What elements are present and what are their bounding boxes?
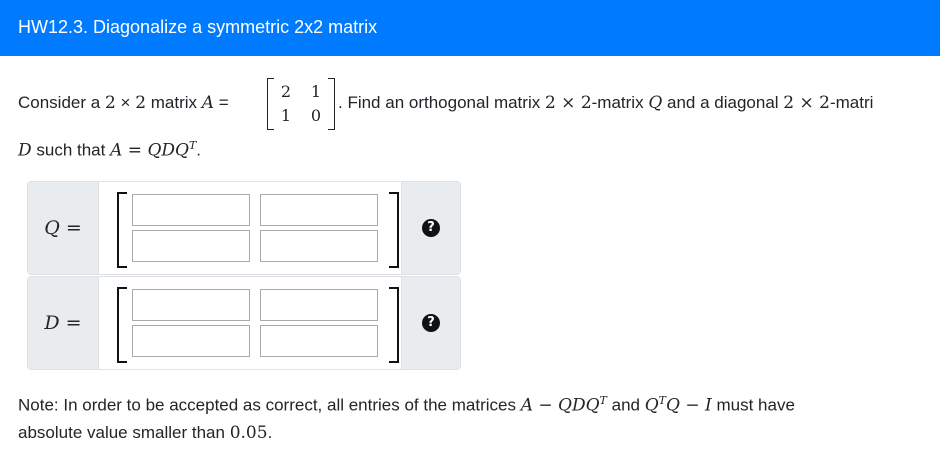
- note-line-1: Note: In order to be accepted as correct…: [18, 394, 795, 416]
- d-label: D =: [28, 277, 99, 369]
- note-expr-2b: Q − I: [666, 395, 712, 416]
- such-that-text: such that: [36, 140, 106, 160]
- note-expr-2a: Q: [644, 395, 659, 416]
- note-expr-1: A − QDQ: [520, 395, 600, 416]
- d-entry-1-1[interactable]: [132, 289, 250, 321]
- threshold-value: 0.05: [229, 423, 268, 443]
- equals-sign: =: [218, 93, 229, 112]
- times-symbol: ×: [120, 93, 131, 112]
- problem-line-2: D such that A = QDQT.: [18, 139, 201, 161]
- matrix-A: 2 1 1 0: [266, 76, 336, 132]
- left-bracket: [117, 192, 127, 268]
- right-bracket: [389, 287, 399, 363]
- d-entry-1-2[interactable]: [260, 289, 378, 321]
- right-bracket: [389, 192, 399, 268]
- page-header: HW12.3. Diagonalize a symmetric 2x2 matr…: [0, 0, 940, 56]
- dim-two: 2: [135, 93, 147, 113]
- matrix-word: matrix: [150, 93, 198, 112]
- d-matrix-input: [99, 277, 399, 369]
- note-and: and: [611, 395, 640, 415]
- q-input-group: Q = ?: [27, 181, 461, 275]
- matrix-dash-text: -matrix: [591, 93, 644, 112]
- dimension-text: 2 × 2: [544, 93, 592, 113]
- q-entry-1-2[interactable]: [260, 194, 378, 226]
- truncated-text: -matri: [829, 93, 874, 112]
- q-label: Q =: [28, 182, 99, 274]
- question-icon: ?: [422, 219, 440, 237]
- left-bracket: [267, 78, 274, 130]
- note-suffix: must have: [716, 395, 795, 415]
- var-D: D: [18, 140, 32, 161]
- matrix-A-entry: 0: [310, 106, 322, 125]
- d-input-group: D = ?: [27, 276, 461, 370]
- matrix-A-entry: 1: [280, 106, 292, 125]
- note-line-2: absolute value smaller than 0.05.: [18, 423, 272, 443]
- dim-two: 2: [104, 93, 116, 113]
- q-entry-2-2[interactable]: [260, 230, 378, 262]
- d-entry-2-2[interactable]: [260, 325, 378, 357]
- dimension-text: 2 × 2: [783, 93, 830, 113]
- left-bracket: [117, 287, 127, 363]
- problem-line-1: Consider a 2 × 2 matrix A =: [18, 93, 229, 113]
- q-matrix-input: [99, 182, 399, 274]
- d-entry-2-1[interactable]: [132, 325, 250, 357]
- matrix-A-entry: 1: [310, 82, 322, 101]
- var-A: A: [201, 93, 215, 113]
- q-entry-1-1[interactable]: [132, 194, 250, 226]
- q-entry-2-1[interactable]: [132, 230, 250, 262]
- equation: A = QDQ: [110, 140, 189, 161]
- period: .: [267, 423, 273, 442]
- note-line2-prefix: absolute value smaller than: [18, 423, 225, 442]
- transpose-sup: T: [658, 394, 667, 407]
- matrix-A-entry: 2: [280, 82, 292, 101]
- period: .: [196, 140, 202, 160]
- transpose-sup: T: [599, 394, 607, 407]
- find-text: . Find an orthogonal matrix: [338, 93, 541, 112]
- and-diagonal-text: and a diagonal: [667, 93, 779, 112]
- right-bracket: [328, 78, 335, 130]
- page-title: HW12.3. Diagonalize a symmetric 2x2 matr…: [18, 17, 378, 37]
- q-help-button[interactable]: ?: [401, 182, 460, 274]
- note-prefix: Note: In order to be accepted as correct…: [18, 395, 516, 415]
- problem-line-1-cont: . Find an orthogonal matrix 2 × 2-matrix…: [338, 93, 873, 113]
- d-help-button[interactable]: ?: [401, 277, 460, 369]
- question-icon: ?: [422, 314, 440, 332]
- consider-text: Consider a: [18, 93, 101, 112]
- var-Q: Q: [648, 93, 663, 113]
